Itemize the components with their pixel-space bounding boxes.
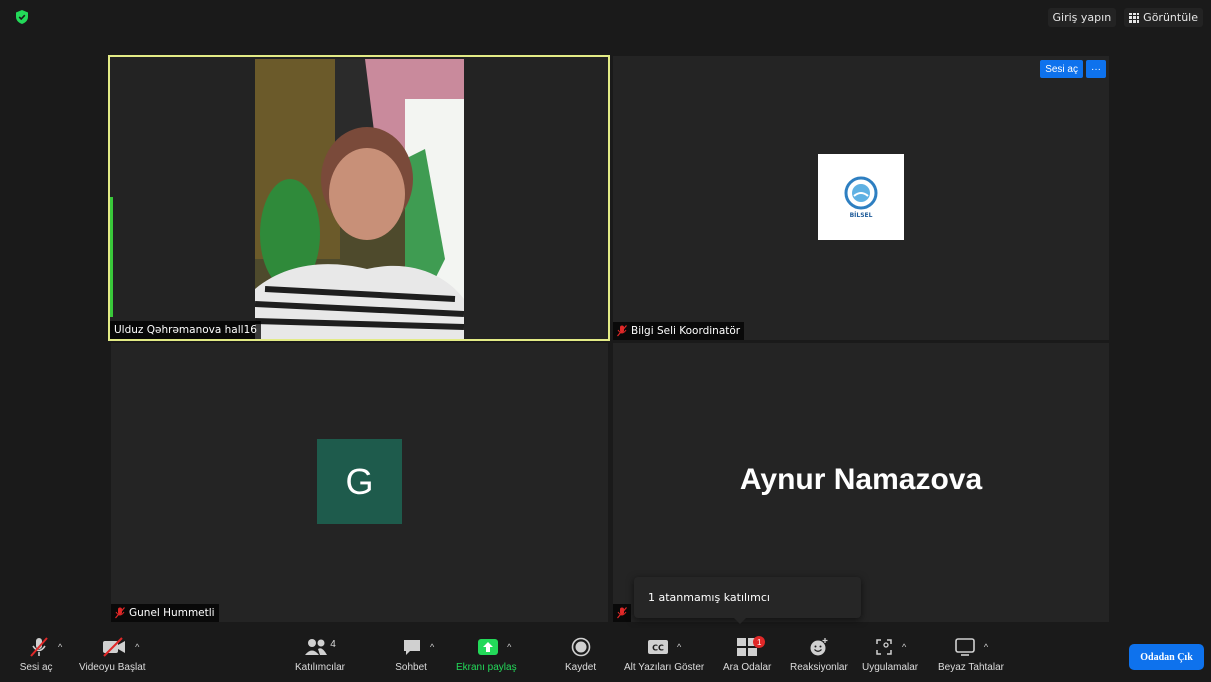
apps-button[interactable]: ^ Uygulamalar xyxy=(862,636,918,673)
start-video-label: Videoyu Başlat xyxy=(79,662,146,673)
meeting-toolbar: ^ Sesi aç ^ Videoyu Başlat 4 Katılımcıla… xyxy=(0,628,1211,682)
mic-muted-icon xyxy=(617,325,627,337)
reactions-button[interactable]: Reaksiyonlar xyxy=(790,636,848,673)
captions-label: Alt Yazıları Göster xyxy=(624,662,705,673)
breakout-badge: 1 xyxy=(753,636,766,648)
more-options-button[interactable]: ··· xyxy=(1086,60,1106,78)
unmute-label: Sesi aç xyxy=(19,662,53,673)
share-screen-icon xyxy=(478,639,499,655)
participant-count: 4 xyxy=(330,638,336,650)
logo-text: BİLSEL xyxy=(849,211,873,219)
video-off-icon xyxy=(103,637,126,657)
record-button[interactable]: Kaydet xyxy=(565,636,596,673)
leave-room-button[interactable]: Odadan Çık xyxy=(1129,644,1204,670)
apps-label: Uygulamalar xyxy=(862,662,919,673)
chevron-up-icon[interactable]: ^ xyxy=(507,642,511,652)
participant-logo: BİLSEL xyxy=(818,154,904,240)
chevron-up-icon[interactable]: ^ xyxy=(135,642,139,652)
whiteboard-icon xyxy=(955,638,975,656)
unmute-participant-button[interactable]: Sesi aç xyxy=(1040,60,1083,78)
start-video-button[interactable]: ^ Videoyu Başlat xyxy=(79,636,146,673)
security-shield-icon[interactable] xyxy=(14,9,30,25)
whiteboards-button[interactable]: ^ Beyaz Tahtalar xyxy=(938,636,1004,673)
participant-name: Gunel Hummetli xyxy=(129,607,215,619)
share-screen-label: Ekranı paylaş xyxy=(456,662,517,673)
apps-icon xyxy=(876,639,892,655)
reaction-smiley-icon xyxy=(810,638,828,656)
grid-view-icon xyxy=(1129,12,1140,23)
video-tile-ulduz[interactable]: Ulduz Qəhrəmanova hall16 xyxy=(108,55,610,341)
participant-name-tag: Ulduz Qəhrəmanova hall16 xyxy=(110,321,261,339)
chevron-up-icon[interactable]: ^ xyxy=(984,642,988,652)
unmute-button[interactable]: ^ Sesi aç xyxy=(20,636,62,673)
participants-button[interactable]: 4 Katılımcılar xyxy=(295,636,346,674)
svg-text:CC: CC xyxy=(652,644,664,653)
participant-name-tag: Bilgi Seli Koordinatör xyxy=(613,322,745,340)
breakout-rooms-button[interactable]: 1 Ara Odalar xyxy=(723,636,771,673)
participant-name-tag xyxy=(613,604,631,622)
video-tile-bilgi-seli[interactable]: Sesi aç ··· BİLSEL Bilgi Seli Koordinatö… xyxy=(613,56,1109,340)
chat-label: Sohbet xyxy=(395,662,427,673)
breakout-rooms-label: Ara Odalar xyxy=(723,662,772,673)
sign-in-label: Giriş yapın xyxy=(1052,11,1112,24)
participant-display-name: Aynur Namazova xyxy=(739,463,983,496)
participants-icon xyxy=(305,639,328,655)
chevron-up-icon[interactable]: ^ xyxy=(430,642,434,652)
mic-muted-icon xyxy=(115,607,125,619)
chevron-up-icon[interactable]: ^ xyxy=(677,642,681,652)
speaking-indicator xyxy=(110,197,113,317)
mic-muted-icon xyxy=(617,607,627,619)
participant-name: Bilgi Seli Koordinatör xyxy=(631,325,741,337)
breakout-tooltip: 1 atanmamış katılımcı xyxy=(634,577,861,624)
mic-muted-icon xyxy=(30,637,48,657)
bilsel-logo-icon xyxy=(844,176,878,209)
participant-name: Ulduz Qəhrəmanova hall16 xyxy=(114,324,257,336)
record-label: Kaydet xyxy=(565,662,597,673)
top-bar: Giriş yapın Görüntüle xyxy=(0,0,1211,34)
record-icon xyxy=(571,637,590,657)
chat-button[interactable]: ^ Sohbet xyxy=(395,636,434,673)
participants-label: Katılımcılar xyxy=(295,662,346,673)
tooltip-text: 1 atanmamış katılımcı xyxy=(648,591,770,604)
chevron-up-icon[interactable]: ^ xyxy=(58,642,62,652)
view-button[interactable]: Görüntüle xyxy=(1124,8,1203,27)
share-screen-button[interactable]: ^ Ekranı paylaş xyxy=(456,636,517,673)
avatar: G xyxy=(317,439,402,524)
video-tile-gunel[interactable]: G Gunel Hummetli xyxy=(111,343,608,622)
participant-video xyxy=(255,59,464,339)
captions-button[interactable]: CC ^ Alt Yazıları Göster xyxy=(624,636,704,673)
chevron-up-icon[interactable]: ^ xyxy=(902,642,906,652)
sign-in-button[interactable]: Giriş yapın xyxy=(1047,8,1117,27)
view-label: Görüntüle xyxy=(1143,11,1198,24)
reactions-label: Reaksiyonlar xyxy=(790,662,848,673)
participant-name-tag: Gunel Hummetli xyxy=(111,604,219,622)
closed-captions-icon: CC xyxy=(647,640,668,654)
chat-icon xyxy=(404,640,420,655)
whiteboards-label: Beyaz Tahtalar xyxy=(938,662,1004,673)
